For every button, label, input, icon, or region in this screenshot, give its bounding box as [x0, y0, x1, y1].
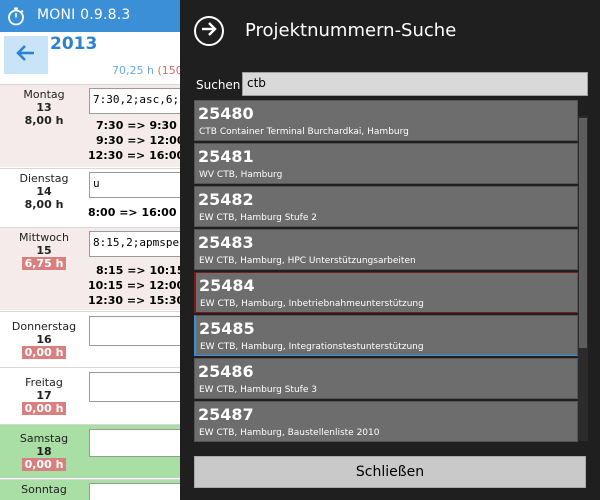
day-hours: 0,00 h [21, 458, 67, 471]
day-name: Donnerstag [11, 320, 77, 333]
time-entry: 8:15 => 10:15 [96, 264, 185, 277]
hours-extra: (150 [157, 64, 183, 77]
overlay-back-button[interactable] [194, 16, 224, 46]
day-number: 15 [36, 244, 52, 257]
project-number: 25486 [198, 362, 254, 381]
project-number: 25485 [199, 319, 255, 338]
day-name: Dienstag [19, 172, 69, 185]
project-description: EW CTB, Hamburg Stufe 2 [199, 213, 317, 223]
project-description: EW CTB, Hamburg, HPC Unterstützungsarbei… [199, 256, 416, 266]
results-scrollbar[interactable] [578, 116, 588, 441]
day-name: Montag [23, 88, 65, 101]
time-entry: 12:30 => 15:30 [88, 294, 185, 307]
time-entry: 9:30 => 12:00 [96, 134, 185, 147]
project-number: 25484 [199, 276, 255, 295]
project-description: CTB Container Terminal Burchardkai, Hamb… [199, 127, 409, 137]
project-number: 25487 [198, 405, 254, 424]
day-name: Mittwoch [19, 231, 69, 244]
day-name: Samstag [19, 432, 69, 445]
result-item[interactable]: 25487 EW CTB, Hamburg, Baustellenliste 2… [194, 401, 578, 442]
project-number: 25483 [198, 233, 254, 252]
day-label: Montag 13 8,00 h [0, 85, 88, 127]
day-hours: 8,00 h [24, 198, 64, 211]
project-number: 25481 [198, 147, 254, 166]
result-item[interactable]: 25485 EW CTB, Hamburg, Integrationstestu… [194, 315, 578, 356]
day-hours: 8,00 h [24, 114, 64, 127]
project-number: 25482 [198, 190, 254, 209]
day-number: 18 [36, 445, 52, 458]
day-label: Samstag 18 0,00 h [0, 429, 88, 471]
time-entry: 7:30 => 9:30 [96, 119, 177, 132]
day-hours: 6,75 h [21, 257, 67, 270]
dialog-title: Projektnummern-Suche [245, 20, 457, 41]
day-number: 13 [36, 101, 52, 114]
arrow-right-icon [200, 21, 218, 41]
arrow-left-icon [16, 44, 36, 66]
day-label: Freitag 17 0,00 h [0, 373, 88, 415]
day-number: 14 [36, 185, 52, 198]
project-number: 25480 [198, 104, 254, 123]
year-label: 2013 [50, 34, 98, 54]
day-hours: 0,00 h [21, 402, 67, 415]
result-item[interactable]: 25482 EW CTB, Hamburg Stufe 2 [194, 186, 578, 227]
time-entry: 10:15 => 12:00 [88, 279, 185, 292]
day-name: Freitag [25, 376, 63, 389]
day-label: Dienstag 14 8,00 h [0, 169, 88, 211]
day-label: Donnerstag 16 0,00 h [0, 317, 88, 359]
project-search-dialog: Projektnummern-Suche Suchen ctb 25480 CT… [180, 0, 600, 500]
time-list: 7:30 => 9:30 9:30 => 12:00 12:30 => 16:0… [88, 118, 185, 163]
day-number: 17 [36, 389, 52, 402]
time-list: 8:15 => 10:15 10:15 => 12:00 12:30 => 15… [88, 263, 185, 308]
result-item[interactable]: 25483 EW CTB, Hamburg, HPC Unterstützung… [194, 229, 578, 270]
search-label: Suchen [196, 78, 241, 92]
app-title: MONI 0.9.8.3 [37, 7, 131, 23]
day-name: Sonntag [21, 483, 67, 496]
project-description: EW CTB, Hamburg Stufe 3 [199, 385, 317, 395]
scrollbar-thumb[interactable] [579, 118, 587, 348]
project-description: EW CTB, Hamburg, Baustellenliste 2010 [199, 428, 380, 438]
result-item[interactable]: 25486 EW CTB, Hamburg Stufe 3 [194, 358, 578, 399]
result-item[interactable]: 25481 WV CTB, Hamburg [194, 143, 578, 184]
day-number: 16 [36, 333, 52, 346]
search-input[interactable]: ctb [242, 72, 588, 96]
time-entry: 12:30 => 16:00 [88, 149, 185, 162]
hours-summary: 70,25 h (150 [112, 64, 183, 77]
day-hours: 0,00 h [21, 346, 67, 359]
results-list[interactable]: 25480 CTB Container Terminal Burchardkai… [192, 98, 582, 446]
day-label: Mittwoch 15 6,75 h [0, 228, 88, 270]
back-button[interactable] [4, 36, 48, 74]
day-label: Sonntag [0, 480, 88, 496]
project-description: WV CTB, Hamburg [199, 170, 283, 180]
project-description: EW CTB, Hamburg, Integrationstestunterst… [200, 342, 424, 352]
stopwatch-icon [6, 6, 26, 26]
result-item[interactable]: 25484 EW CTB, Hamburg, Inbetriebnahmeunt… [194, 272, 578, 313]
project-description: EW CTB, Hamburg, Inbetriebnahmeunterstüt… [200, 299, 424, 309]
hours-total: 70,25 h [112, 64, 154, 77]
result-item[interactable]: 25480 CTB Container Terminal Burchardkai… [194, 100, 578, 141]
close-button[interactable]: Schließen [194, 456, 586, 488]
